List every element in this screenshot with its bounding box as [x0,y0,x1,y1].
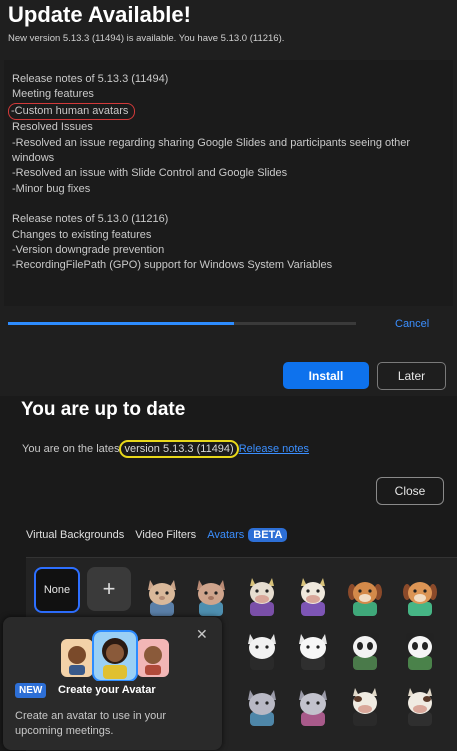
cow-avatar-icon[interactable] [291,572,335,616]
panda-avatar-icon[interactable] [398,626,442,670]
cow-avatar-icon[interactable] [398,682,442,726]
tab-virtual-backgrounds[interactable]: Virtual Backgrounds [26,529,124,541]
cow-avatar-icon[interactable] [240,572,284,616]
beta-badge: BETA [248,528,288,542]
panda-avatar-icon[interactable] [343,626,387,670]
cat-avatar-icon[interactable] [140,572,184,616]
new-badge: NEW [15,683,47,698]
dog-avatar-icon[interactable] [398,572,442,616]
notes-item: -Version downgrade prevention [12,244,165,257]
notes-section: Meeting features [12,88,94,101]
notes-section: Resolved Issues [12,121,93,134]
current-version: version 5.13.3 (11494) [119,440,239,458]
highlighted-note: -Custom human avatars [8,102,136,121]
notes-section: Changes to existing features [12,228,152,241]
human-avatars-illustration [61,630,169,681]
cat-avatar-icon[interactable] [189,572,233,616]
update-subtitle: New version 5.13.3 (11494) is available.… [8,33,285,44]
download-progress-fill [8,322,235,325]
cow-avatar-icon[interactable] [343,682,387,726]
update-dialog: Update Available! New version 5.13.3 (11… [0,0,457,396]
notes-item: -Resolved an issue with Slide Control an… [12,167,288,180]
notes-heading: Release notes of 5.13.3 (11494) [12,73,169,85]
close-icon[interactable]: ✕ [196,626,208,643]
create-avatar-popup: ✕ NEW Create your Avatar Create an avata… [3,617,222,750]
uptodate-prefix: You are on the lates [22,443,120,455]
update-title: Update Available! [8,2,191,27]
cancel-link[interactable]: Cancel [395,318,429,330]
uptodate-message: You are on the lates version 5.13.3 (1149… [22,440,309,458]
notes-item: -RecordingFilePath (GPO) support for Win… [12,259,333,272]
notes-item: -Resolved an issue regarding sharing Goo… [12,136,411,165]
release-notes: Release notes of 5.13.3 (11494) Meeting … [8,72,448,274]
background-tabs: Virtual Backgrounds Video Filters Avatar… [26,528,288,542]
install-button[interactable]: Install [283,362,369,389]
popup-description: Create an avatar to use in your upcoming… [15,710,167,737]
notes-item: -Minor bug fixes [12,182,91,195]
close-button[interactable]: Close [376,477,444,505]
white-cat-avatar-icon[interactable] [240,626,284,670]
gray-cat-avatar-icon[interactable] [291,682,335,726]
tab-video-filters[interactable]: Video Filters [135,529,196,541]
download-progress-bar [8,322,356,325]
later-button[interactable]: Later [377,362,446,390]
release-notes-link[interactable]: Release notes [239,443,309,455]
none-avatar-tile[interactable]: None [34,567,80,613]
release-notes-box[interactable]: Release notes of 5.13.3 (11494) Meeting … [4,60,453,306]
gray-cat-avatar-icon[interactable] [240,682,284,726]
add-avatar-button[interactable]: + [87,567,131,611]
popup-title: Create your Avatar [58,684,156,696]
uptodate-title: You are up to date [21,399,186,420]
dog-avatar-icon[interactable] [343,572,387,616]
tab-avatars[interactable]: Avatars [207,529,244,541]
white-cat-avatar-icon[interactable] [291,626,335,670]
notes-heading: Release notes of 5.13.0 (11216) [12,213,169,226]
